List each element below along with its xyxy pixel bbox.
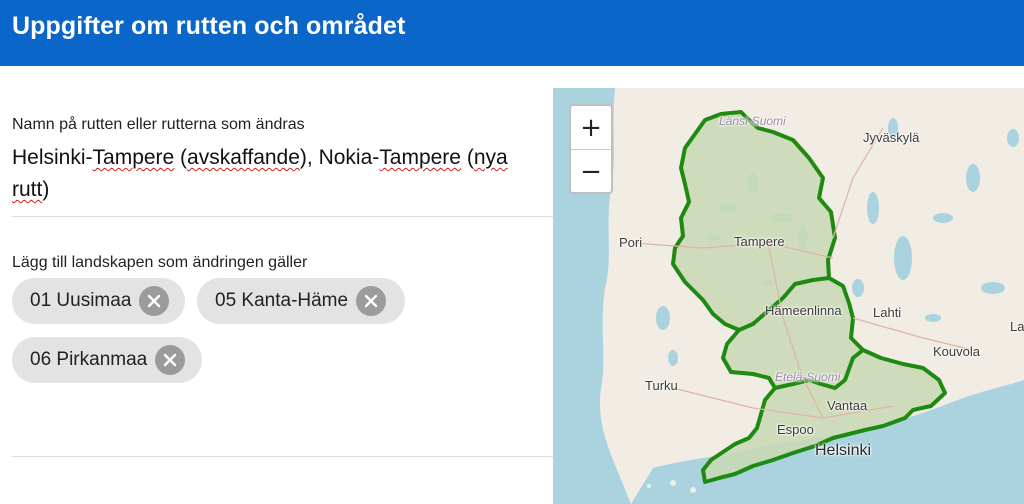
region-chip-label: 06 Pirkanmaa: [30, 349, 148, 370]
divider: [12, 456, 553, 457]
region-chip-label: 01 Uusimaa: [30, 290, 132, 311]
map-label-la: La: [1010, 319, 1024, 334]
misspelled-word: rutt: [12, 178, 43, 201]
map-label-turku: Turku: [645, 378, 678, 393]
remove-chip-icon[interactable]: [356, 286, 387, 316]
region-map[interactable]: + − Länsi-Suomi Jyväskylä Pori Tampere H…: [553, 88, 1024, 504]
misspelled-word: Tampere: [379, 146, 461, 169]
zoom-control: + −: [569, 104, 613, 194]
page-title: Uppgifter om rutten och området: [12, 12, 406, 40]
route-name-label: Namn på rutten eller rutterna som ändras: [12, 116, 305, 133]
region-chip-uusimaa: 01 Uusimaa: [12, 278, 185, 324]
misspelled-word: Tampere: [92, 146, 175, 169]
zoom-in-button[interactable]: +: [571, 106, 611, 149]
route-text: (: [174, 146, 188, 169]
map-label-vantaa: Vantaa: [827, 398, 868, 413]
map-label-lansi-suomi: Länsi-Suomi: [719, 114, 786, 128]
map-label-lahti: Lahti: [873, 305, 902, 320]
divider: [12, 216, 553, 217]
map-label-tampere: Tampere: [734, 234, 785, 249]
route-text: ): [42, 178, 50, 201]
page-header: Uppgifter om rutten och området: [0, 0, 1024, 66]
route-text: ), Nokia-: [299, 146, 380, 169]
route-name-value[interactable]: Helsinki-Tampere (avskaffande), Nokia-Ta…: [12, 142, 542, 206]
map-label-helsinki: Helsinki: [815, 442, 872, 459]
map-canvas: [553, 88, 1024, 504]
misspelled-word: avskaffande: [187, 146, 300, 169]
zoom-out-button[interactable]: −: [571, 150, 611, 192]
remove-chip-icon[interactable]: [139, 286, 170, 316]
route-area-form: Namn på rutten eller rutterna som ändras…: [0, 66, 553, 504]
map-label-hameenlinna: Hämeenlinna: [765, 303, 842, 318]
route-text: Helsinki-: [12, 146, 93, 169]
map-label-jyvaskyla: Jyväskylä: [863, 130, 920, 145]
route-text: (: [460, 146, 474, 169]
map-label-kouvola: Kouvola: [933, 344, 980, 359]
remove-chip-icon[interactable]: [155, 345, 186, 375]
region-chip-label: 05 Kanta-Häme: [215, 290, 349, 311]
regions-label: Lägg till landskapen som ändringen gälle…: [12, 254, 308, 271]
misspelled-word: nya: [473, 146, 508, 169]
region-chip-pirkanmaa: 06 Pirkanmaa: [12, 337, 202, 383]
map-label-pori: Pori: [619, 235, 643, 250]
region-chip-kanta-hame: 05 Kanta-Häme: [197, 278, 405, 324]
map-label-etela-suomi: Etelä-Suomi: [775, 370, 841, 384]
map-label-espoo: Espoo: [777, 422, 814, 437]
